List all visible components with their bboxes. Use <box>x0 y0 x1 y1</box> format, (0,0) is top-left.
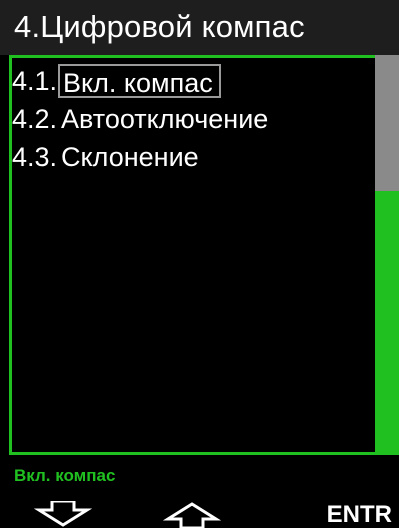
menu-item-declination[interactable]: 4.3. Склонение <box>12 138 372 176</box>
down-button[interactable] <box>34 501 92 528</box>
menu-item-compass-on[interactable]: 4.1. Вкл. компас <box>12 62 372 100</box>
menu-item-label: Склонение <box>61 142 199 172</box>
title-bar: 4.Цифровой компас <box>0 0 399 55</box>
menu-item-label: Автоотключение <box>61 104 269 134</box>
softkey-bar: ENTR <box>0 501 399 528</box>
menu-item-auto-off[interactable]: 4.2. Автоотключение <box>12 100 372 138</box>
arrow-down-icon <box>34 501 92 527</box>
menu-item-number: 4.2. <box>12 104 58 134</box>
status-text: Вкл. компас <box>14 466 116 485</box>
enter-button[interactable]: ENTR <box>300 501 392 528</box>
menu-item-number: 4.1. <box>12 66 58 96</box>
menu-list: 4.1. Вкл. компас 4.2. Автоотключение 4.3… <box>12 62 372 176</box>
menu-item-label: Вкл. компас <box>58 64 221 98</box>
page-title: 4.Цифровой компас <box>14 9 305 44</box>
scrollbar-thumb[interactable] <box>375 55 399 191</box>
menu-item-number: 4.3. <box>12 142 58 172</box>
arrow-up-icon <box>163 502 221 528</box>
up-button[interactable] <box>163 501 221 528</box>
